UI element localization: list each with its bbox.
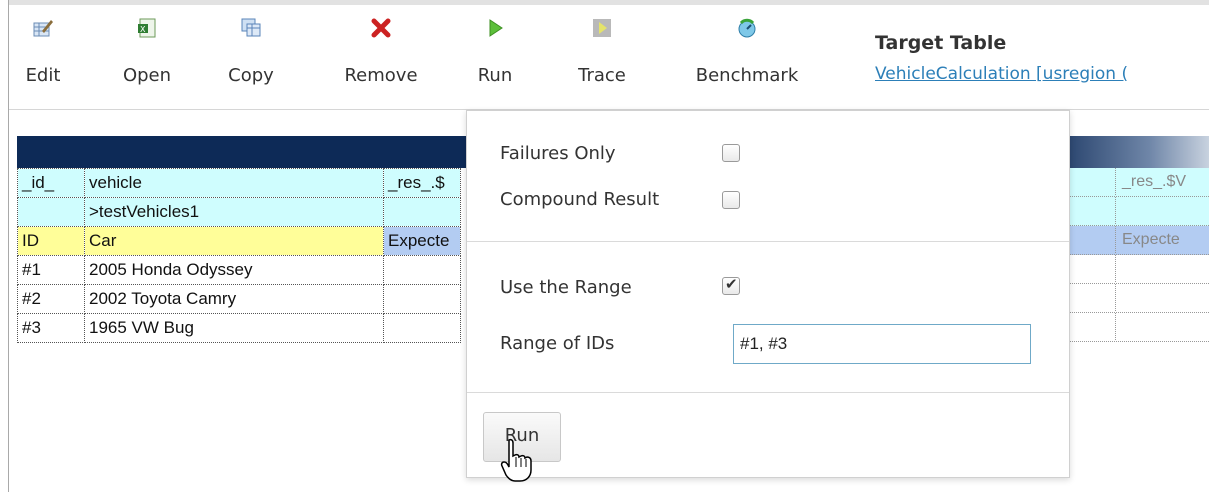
benchmark-label: Benchmark xyxy=(695,65,799,86)
copy-label: Copy xyxy=(228,65,274,86)
table-cell[interactable] xyxy=(383,197,461,227)
table-row: #2 2002 Toyota Camry xyxy=(17,284,461,314)
table-cell[interactable] xyxy=(383,284,461,314)
table-cell[interactable]: 2005 Honda Odyssey xyxy=(84,255,384,285)
edit-icon xyxy=(33,20,53,37)
remove-label: Remove xyxy=(344,65,418,86)
table-cell[interactable]: vehicle xyxy=(84,168,384,198)
failures-only-label: Failures Only xyxy=(500,143,616,164)
compound-result-label: Compound Result xyxy=(500,189,660,210)
use-range-checkbox[interactable]: ✔ xyxy=(722,275,740,295)
table-right-columns: _res_.$V Expecte xyxy=(1067,168,1209,342)
table-cell[interactable] xyxy=(1115,313,1209,340)
trace-icon xyxy=(593,19,611,37)
edit-button[interactable]: Edit xyxy=(23,17,63,97)
table-row: _res_.$V xyxy=(1067,168,1209,197)
open-label: Open xyxy=(122,65,172,86)
table-row: #1 2005 Honda Odyssey xyxy=(17,255,461,285)
table-cell[interactable]: Expecte xyxy=(383,226,461,256)
table-cell[interactable] xyxy=(1115,197,1209,224)
benchmark-button[interactable]: Benchmark xyxy=(684,17,810,97)
target-table-title: Target Table xyxy=(875,32,1007,54)
table-cell[interactable] xyxy=(1115,255,1209,282)
excel-icon: X xyxy=(138,18,156,38)
table-cell[interactable]: #2 xyxy=(17,284,85,314)
svg-text:X: X xyxy=(140,25,146,34)
table-cell[interactable]: 2002 Toyota Camry xyxy=(84,284,384,314)
table-cell[interactable]: _res_.$V xyxy=(1115,168,1209,195)
table-cell[interactable]: ID xyxy=(17,226,85,256)
table-cell[interactable]: #3 xyxy=(17,313,85,343)
table-row: ID Car Expecte xyxy=(17,226,461,256)
table-row: _id_ vehicle _res_.$ xyxy=(17,168,461,198)
toolbar: Edit X Open Copy Remove Run Trace Benchm… xyxy=(9,5,1209,109)
table-cell[interactable] xyxy=(383,255,461,285)
edit-label: Edit xyxy=(25,65,61,86)
trace-button[interactable]: Trace xyxy=(570,17,634,97)
table-cell[interactable]: 1965 VW Bug xyxy=(84,313,384,343)
copy-table-icon xyxy=(241,18,261,37)
run-toolbar-button[interactable]: Run xyxy=(475,17,515,97)
table-row: Expecte xyxy=(1067,226,1209,255)
table-row: #3 1965 VW Bug xyxy=(17,313,461,343)
target-table-link[interactable]: VehicleCalculation [usregion ( xyxy=(875,64,1209,84)
table-row xyxy=(1067,284,1209,313)
remove-button[interactable]: Remove xyxy=(335,17,427,97)
table-cell[interactable]: >testVehicles1 xyxy=(84,197,384,227)
copy-button[interactable]: Copy xyxy=(221,17,281,97)
run-toolbar-label: Run xyxy=(477,65,513,86)
checkmark-icon: ✔ xyxy=(725,275,738,293)
table-cell[interactable]: _res_.$ xyxy=(383,168,461,198)
trace-label: Trace xyxy=(578,65,626,86)
popup-divider xyxy=(467,241,1069,242)
remove-icon xyxy=(371,18,391,38)
compound-result-checkbox[interactable] xyxy=(722,191,740,209)
data-table: _id_ vehicle _res_.$ >testVehicles1 ID C… xyxy=(17,168,461,343)
table-row xyxy=(1067,197,1209,226)
table-row: >testVehicles1 xyxy=(17,197,461,227)
range-of-ids-input[interactable]: #1, #3 xyxy=(733,324,1031,364)
open-button[interactable]: X Open xyxy=(117,17,177,97)
failures-only-checkbox[interactable] xyxy=(722,144,740,162)
use-range-label: Use the Range xyxy=(500,277,632,298)
table-cell[interactable] xyxy=(1115,284,1209,311)
table-cell[interactable]: _id_ xyxy=(17,168,85,198)
table-cell[interactable]: #1 xyxy=(17,255,85,285)
table-row xyxy=(1067,255,1209,284)
table-cell[interactable] xyxy=(383,313,461,343)
popup-divider xyxy=(467,392,1069,393)
range-of-ids-label: Range of IDs xyxy=(500,333,615,354)
table-cell[interactable]: Car xyxy=(84,226,384,256)
table-cell[interactable] xyxy=(17,197,85,227)
hand-cursor-icon xyxy=(500,438,532,482)
benchmark-icon xyxy=(738,18,756,38)
table-cell[interactable]: Expecte xyxy=(1115,226,1209,253)
run-options-popup: Failures Only Compound Result Use the Ra… xyxy=(466,110,1070,478)
table-row xyxy=(1067,313,1209,342)
play-icon xyxy=(489,19,503,37)
